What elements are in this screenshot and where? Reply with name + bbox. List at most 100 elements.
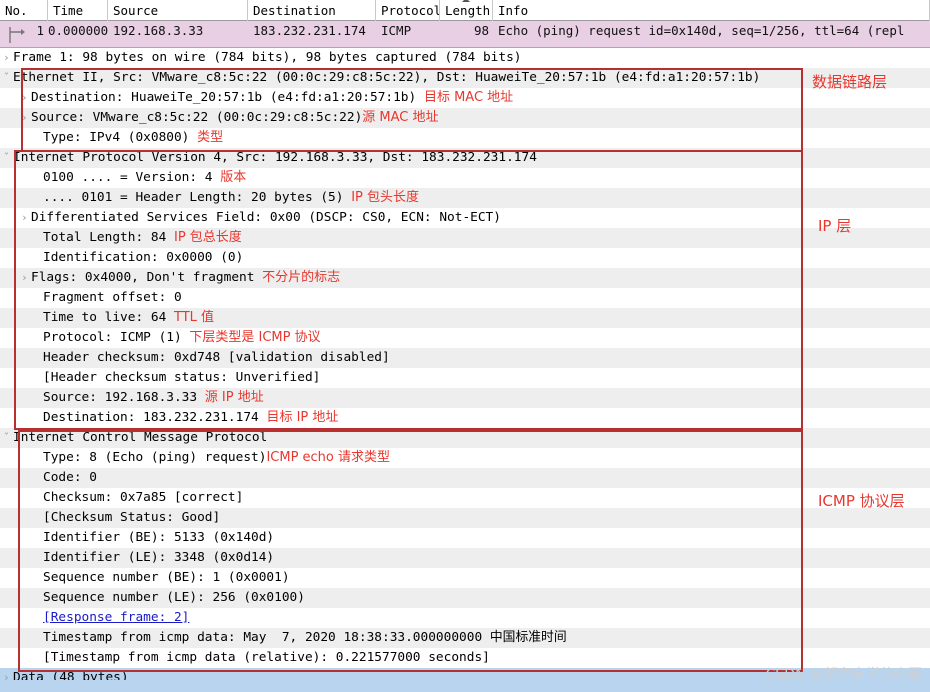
detail-tree-row[interactable]: [Checksum Status: Good] bbox=[0, 508, 930, 528]
detail-tree-label: Fragment offset: 0 bbox=[43, 290, 182, 305]
detail-tree-row[interactable]: Time to live: 64 TTL 值 bbox=[0, 308, 930, 328]
detail-tree-row[interactable]: › Destination: HuaweiTe_20:57:1b (e4:fd:a… bbox=[0, 88, 930, 108]
column-header-label: Time bbox=[53, 2, 84, 18]
column-header-destination[interactable]: Destination bbox=[248, 0, 376, 21]
chevron-right-icon[interactable]: › bbox=[18, 208, 31, 228]
red-annotation-text: 目标 IP 地址 bbox=[266, 410, 339, 425]
chevron-down-icon[interactable]: ˇ bbox=[0, 148, 13, 168]
packet-detail-tree: › Frame 1: 98 bytes on wire (784 bits), 9… bbox=[0, 48, 930, 688]
packet-list-row[interactable]: 1 0.000000 192.168.3.33 183.232.231.174 ICMP… bbox=[0, 21, 930, 41]
chevron-right-icon[interactable]: › bbox=[0, 48, 13, 68]
detail-tree-label: Time to live: 64 bbox=[43, 310, 174, 325]
detail-tree-row[interactable]: ˇ Ethernet II, Src: VMware_c8:5c:22 (00:0… bbox=[0, 68, 930, 88]
detail-tree-row[interactable]: ˇ Internet Control Message Protocol bbox=[0, 428, 930, 448]
red-annotation-text: 源 MAC 地址 bbox=[362, 110, 439, 125]
detail-tree-label: Protocol: ICMP (1) bbox=[43, 330, 190, 345]
detail-tree-row[interactable]: › Flags: 0x4000, Don't fragment 不分片的标志 bbox=[0, 268, 930, 288]
chevron-right-icon[interactable]: › bbox=[18, 88, 31, 108]
detail-tree-label: Identification: 0x0000 (0) bbox=[43, 250, 244, 265]
detail-tree-label: .... 0101 = Header Length: 20 bytes (5) bbox=[43, 190, 352, 205]
detail-tree-row[interactable]: Destination: 183.232.231.174 目标 IP 地址 bbox=[0, 408, 930, 428]
detail-tree-label: Total Length: 84 bbox=[43, 230, 174, 245]
packet-cell-destination: 183.232.231.174 bbox=[253, 23, 366, 38]
detail-tree-row[interactable]: Type: 8 (Echo (ping) request) ICMP echo 请… bbox=[0, 448, 930, 468]
chevron-right-icon[interactable]: › bbox=[18, 108, 31, 128]
column-header-label: Destination bbox=[253, 2, 336, 18]
packet-cell-length: 98 bbox=[473, 23, 489, 38]
red-annotation-text: ICMP echo 请求类型 bbox=[266, 450, 391, 465]
request-arrow-icon bbox=[9, 27, 25, 43]
red-annotation-text: 下层类型是 ICMP 协议 bbox=[189, 330, 321, 345]
column-header-label: Length bbox=[445, 2, 491, 18]
packet-cell-source: 192.168.3.33 bbox=[113, 23, 204, 38]
detail-tree-row[interactable]: [Header checksum status: Unverified] bbox=[0, 368, 930, 388]
detail-tree-row[interactable]: Identifier (BE): 5133 (0x140d) bbox=[0, 528, 930, 548]
detail-tree-row[interactable]: Sequence number (LE): 256 (0x0100) bbox=[0, 588, 930, 608]
detail-tree-label: Identifier (BE): 5133 (0x140d) bbox=[43, 530, 275, 545]
detail-tree-row[interactable]: Fragment offset: 0 bbox=[0, 288, 930, 308]
detail-tree-label: [Timestamp from icmp data (relative): 0.… bbox=[43, 650, 490, 665]
detail-tree-row[interactable]: Type: IPv4 (0x0800) 类型 bbox=[0, 128, 930, 148]
detail-tree-label: Source: VMware_c8:5c:22 (00:0c:29:c8:5c:… bbox=[31, 110, 363, 125]
wireshark-packet-window: No. Time Source Destination Protocol Length In… bbox=[0, 0, 930, 692]
ip-layer-label: IP 层 bbox=[818, 217, 852, 235]
detail-tree-row[interactable]: Protocol: ICMP (1) 下层类型是 ICMP 协议 bbox=[0, 328, 930, 348]
detail-tree-row[interactable]: Identification: 0x0000 (0) bbox=[0, 248, 930, 268]
detail-tree-row[interactable]: ˇ Internet Protocol Version 4, Src: 192.1… bbox=[0, 148, 930, 168]
column-header-source[interactable]: Source bbox=[108, 0, 248, 21]
column-header-label: Info bbox=[498, 2, 529, 18]
detail-tree-label: Header checksum: 0xd748 [validation disa… bbox=[43, 350, 390, 365]
detail-tree-row[interactable]: Header checksum: 0xd748 [validation disa… bbox=[0, 348, 930, 368]
detail-tree-row[interactable]: Total Length: 84 IP 包总长度 bbox=[0, 228, 930, 248]
sort-caret-icon bbox=[462, 0, 470, 2]
detail-tree-label: Internet Control Message Protocol bbox=[13, 430, 268, 445]
chevron-down-icon[interactable]: ˇ bbox=[0, 68, 13, 88]
column-header-label: No. bbox=[5, 2, 28, 18]
detail-tree-row[interactable]: Identifier (LE): 3348 (0x0d14) bbox=[0, 548, 930, 568]
column-header-info[interactable]: Info bbox=[493, 0, 930, 21]
detail-tree-row[interactable]: .... 0101 = Header Length: 20 bytes (5) … bbox=[0, 188, 930, 208]
data-link-layer-label: 数据链路层 bbox=[812, 73, 888, 91]
red-annotation-text: IP 包头长度 bbox=[351, 190, 419, 205]
packet-list-header: No. Time Source Destination Protocol Length In… bbox=[0, 0, 930, 21]
detail-tree-label: Type: 8 (Echo (ping) request) bbox=[43, 450, 267, 465]
detail-tree-row[interactable]: Source: 192.168.3.33 源 IP 地址 bbox=[0, 388, 930, 408]
column-header-length[interactable]: Length bbox=[440, 0, 493, 21]
detail-tree-label: Differentiated Services Field: 0x00 (DSC… bbox=[31, 210, 501, 225]
detail-tree-label: Code: 0 bbox=[43, 470, 97, 485]
detail-tree-label: Sequence number (BE): 1 (0x0001) bbox=[43, 570, 290, 585]
column-header-time[interactable]: Time bbox=[48, 0, 108, 21]
detail-tree-label: Type: IPv4 (0x0800) bbox=[43, 130, 198, 145]
detail-tree-row[interactable]: Timestamp from icmp data: May 7, 2020 18… bbox=[0, 628, 930, 648]
detail-tree-row[interactable]: 0100 .... = Version: 4 版本 bbox=[0, 168, 930, 188]
column-header-label: Protocol bbox=[381, 2, 440, 18]
detail-tree-label: [Checksum Status: Good] bbox=[43, 510, 221, 525]
detail-tree-label: Source: 192.168.3.33 bbox=[43, 390, 205, 405]
red-annotation-text: TTL 值 bbox=[173, 310, 215, 325]
chevron-right-icon[interactable]: › bbox=[18, 268, 31, 288]
red-annotation-text: IP 包总长度 bbox=[173, 230, 242, 245]
chevron-down-icon[interactable]: ˇ bbox=[0, 428, 13, 448]
red-annotation-text: 版本 bbox=[220, 170, 247, 185]
watermark: CSDN @努力自学的小夏 bbox=[765, 667, 922, 683]
detail-tree-row[interactable]: Checksum: 0x7a85 [correct] bbox=[0, 488, 930, 508]
detail-tree-row[interactable]: [Response frame: 2] bbox=[0, 608, 930, 628]
red-annotation-text: 不分片的标志 bbox=[262, 270, 341, 285]
detail-tree-row[interactable]: › Differentiated Services Field: 0x00 (DS… bbox=[0, 208, 930, 228]
detail-tree-label: Checksum: 0x7a85 [correct] bbox=[43, 490, 244, 505]
packet-cell-protocol: ICMP bbox=[381, 23, 412, 38]
detail-tree-row[interactable]: Code: 0 bbox=[0, 468, 930, 488]
packet-cell-time: 0.000000 bbox=[48, 23, 108, 38]
column-header-no[interactable]: No. bbox=[0, 0, 48, 21]
column-header-protocol[interactable]: Protocol bbox=[376, 0, 440, 21]
response-frame-link[interactable]: [Response frame: 2] bbox=[43, 608, 189, 628]
icmp-layer-label: ICMP 协议层 bbox=[818, 492, 905, 510]
detail-tree-row[interactable]: › Source: VMware_c8:5c:22 (00:0c:29:c8:5c… bbox=[0, 108, 930, 128]
detail-tree-row[interactable]: Sequence number (BE): 1 (0x0001) bbox=[0, 568, 930, 588]
detail-tree-label: 0100 .... = Version: 4 bbox=[43, 170, 221, 185]
packet-list-body: 1 0.000000 192.168.3.33 183.232.231.174 ICMP… bbox=[0, 21, 930, 41]
detail-tree-row[interactable]: › Frame 1: 98 bytes on wire (784 bits), 9… bbox=[0, 48, 930, 68]
detail-tree-label: Flags: 0x4000, Don't fragment bbox=[31, 270, 263, 285]
detail-tree-label: [Header checksum status: Unverified] bbox=[43, 370, 321, 385]
detail-tree-label: Internet Protocol Version 4, Src: 192.16… bbox=[13, 150, 537, 165]
